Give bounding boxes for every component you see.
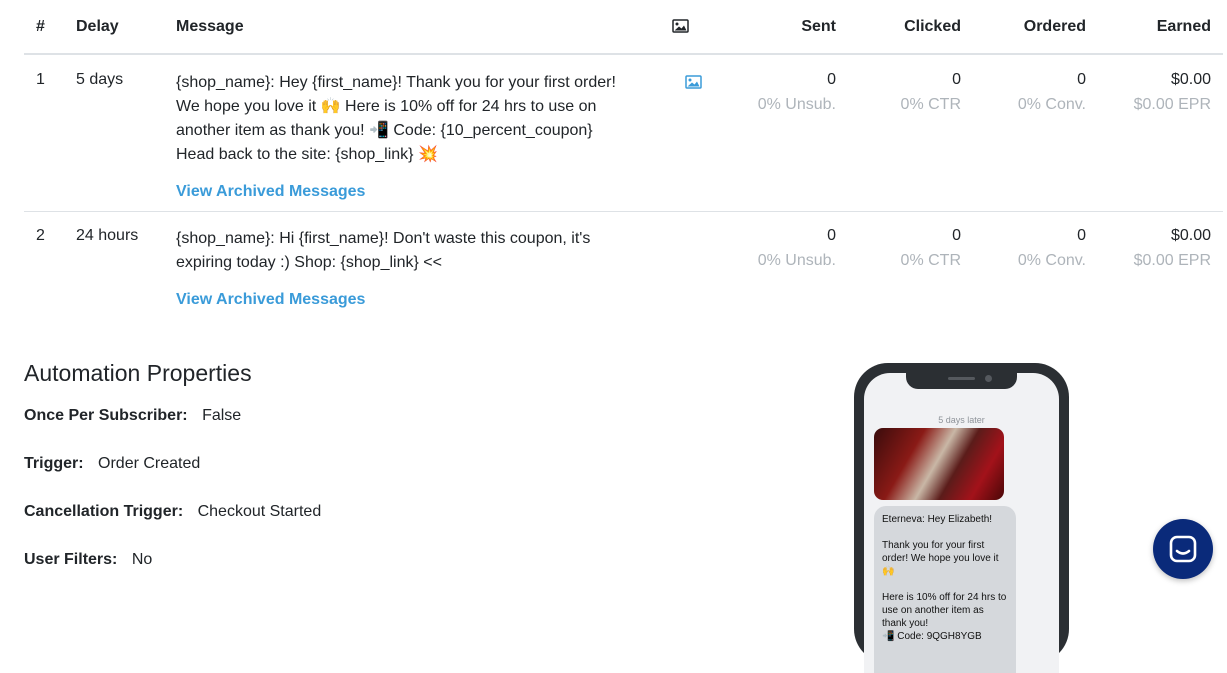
header-message: Message [176,0,656,55]
prop-cancellation-trigger: Cancellation Trigger: Checkout Started [24,503,624,521]
row-earned-cell: $0.00 $0.00 EPR [1098,54,1223,212]
header-earned: Earned [1098,0,1223,55]
image-icon[interactable] [685,75,703,89]
automation-properties: Automation Properties Once Per Subscribe… [24,360,624,599]
row-epr: $0.00 EPR [1133,252,1211,269]
row-epr: $0.00 EPR [1133,96,1211,113]
table-row: 2 24 hours {shop_name}: Hi {first_name}!… [24,212,1223,318]
row-clicked-cell: 0 0% CTR [848,212,973,318]
table-header-row: # Delay Message Sent Clicked Ordered Ear… [24,0,1223,55]
header-clicked: Clicked [848,0,973,55]
row-sent-cell: 0 0% Unsub. [716,212,848,318]
phone-preview: 5 days later Eterneva: Hey Elizabeth! Th… [854,363,1069,673]
row-clicked: 0 [952,71,961,88]
row-sent-cell: 0 0% Unsub. [716,54,848,212]
mms-image [874,428,1004,500]
header-index: # [24,0,76,55]
phone-notch [906,373,1017,389]
view-archived-messages-link[interactable]: View Archived Messages [176,180,365,204]
row-message: {shop_name}: Hi {first_name}! Don't wast… [176,230,591,271]
row-ctr: 0% CTR [900,252,961,269]
row-message-cell: {shop_name}: Hi {first_name}! Don't wast… [176,212,656,318]
prop-trigger: Trigger: Order Created [24,455,624,473]
prop-label: Cancellation Trigger: [24,503,184,520]
prop-user-filters: User Filters: No [24,551,624,569]
camera-icon [985,375,992,382]
row-sent: 0 [827,71,836,88]
row-delay: 24 hours [76,227,139,244]
row-clicked-cell: 0 0% CTR [848,54,973,212]
prop-value: Order Created [98,455,201,472]
prop-once-per-subscriber: Once Per Subscriber: False [24,407,624,425]
header-delay: Delay [76,0,176,55]
messages-table-container: # Delay Message Sent Clicked Ordered Ear… [24,0,1223,317]
image-icon [672,19,690,34]
row-earned: $0.00 [1170,71,1211,88]
view-archived-messages-link[interactable]: View Archived Messages [176,288,365,312]
row-unsub: 0% Unsub. [757,252,836,269]
row-index: 2 [36,227,45,244]
prop-value: False [202,407,242,424]
header-sent: Sent [716,0,848,55]
prop-value: No [131,551,153,568]
prop-label: Once Per Subscriber: [24,407,188,424]
row-conv: 0% Conv. [1017,96,1086,113]
chat-icon [1169,535,1197,563]
row-ctr: 0% CTR [900,96,961,113]
header-ordered: Ordered [973,0,1098,55]
prop-value: Checkout Started [197,503,322,520]
row-ordered-cell: 0 0% Conv. [973,54,1098,212]
row-clicked: 0 [952,227,961,244]
row-index: 1 [24,54,76,212]
row-image-cell [656,54,716,212]
messages-table: # Delay Message Sent Clicked Ordered Ear… [24,0,1223,317]
table-row: 1 5 days {shop_name}: Hey {first_name}! … [24,54,1223,212]
phone-screen: 5 days later Eterneva: Hey Elizabeth! Th… [864,373,1059,673]
speaker-icon [948,377,975,380]
row-sent: 0 [827,227,836,244]
prop-label: User Filters: [24,551,118,568]
header-image [656,0,716,55]
prop-label: Trigger: [24,455,84,472]
row-earned: $0.00 [1170,227,1211,244]
message-timestamp: 5 days later [938,415,985,425]
row-ordered: 0 [1077,71,1086,88]
row-unsub: 0% Unsub. [757,96,836,113]
message-bubble: Eterneva: Hey Elizabeth! Thank you for y… [874,506,1016,673]
row-ordered: 0 [1077,227,1086,244]
properties-title: Automation Properties [24,360,252,386]
row-image-cell [656,212,716,318]
row-delay: 5 days [76,54,176,212]
row-message-cell: {shop_name}: Hey {first_name}! Thank you… [176,54,656,212]
chat-launcher-button[interactable] [1153,519,1213,579]
row-earned-cell: $0.00 $0.00 EPR [1098,212,1223,318]
row-ordered-cell: 0 0% Conv. [973,212,1098,318]
row-conv: 0% Conv. [1017,252,1086,269]
row-message: {shop_name}: Hey {first_name}! Thank you… [176,74,616,163]
